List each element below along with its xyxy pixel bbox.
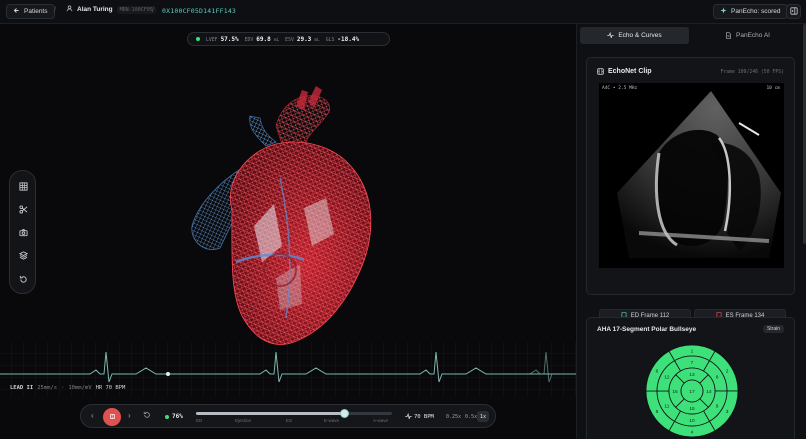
record-button[interactable]: [103, 408, 121, 426]
loop-icon: [143, 411, 150, 418]
echo-depth-label: 10 cm: [766, 86, 780, 91]
breadcrumb-separator: /: [54, 7, 56, 14]
grid-icon[interactable]: [17, 180, 30, 193]
bullseye-card: AHA 17-Segment Polar Bullseye Strain 123…: [586, 317, 795, 439]
user-icon: [66, 5, 73, 14]
aha-17-segment-bullseye[interactable]: 123456789101112 13141516 17: [646, 345, 738, 437]
patient-breadcrumb[interactable]: Alan Turing MRN-100CF05: [66, 5, 156, 14]
activity-icon: [607, 32, 614, 39]
bullseye-segment-label: 14: [706, 389, 712, 395]
bullseye-segment-label: 7: [691, 360, 694, 366]
bullseye-segment-label: 12: [664, 374, 670, 380]
pulse-icon: [405, 413, 412, 420]
bullseye-segment-label: 13: [689, 372, 695, 378]
bullseye-segment-label: 4: [691, 429, 694, 435]
right-panel: Echo & Curves PanEcho AI EchoNet Clip Fr…: [576, 24, 806, 439]
bullseye-title: AHA 17-Segment Polar Bullseye: [597, 326, 697, 333]
status-dot: [165, 414, 169, 419]
loop-button[interactable]: [143, 411, 151, 421]
phase-label: Ejection: [235, 418, 252, 423]
phase-slider-fill: [196, 412, 345, 415]
study-id: 0X100CF05D141FF143: [162, 7, 237, 15]
cycle-progress-readout: 76%: [165, 413, 183, 420]
camera-icon[interactable]: [17, 226, 30, 239]
bullseye-segment-label: 16: [672, 389, 678, 395]
playback-controls: ‹ › 76% ED Ejection ES E-wave A-wave 70 …: [80, 404, 496, 428]
reset-icon[interactable]: [17, 273, 30, 286]
next-frame-button[interactable]: ›: [128, 411, 131, 420]
patient-name: Alan Turing: [77, 6, 113, 13]
back-to-patients-button[interactable]: Patients: [6, 4, 55, 19]
bullseye-segment-label: 1: [691, 348, 694, 354]
metric-esv: ESV 29.3 mL: [285, 35, 320, 43]
bullseye-segment-label: 11: [664, 403, 669, 409]
document-icon: [726, 32, 731, 39]
echo-view-label: A4C • 2.5 MHz: [602, 86, 638, 91]
heart-3d-viewer[interactable]: LVEF 57.5% EDV 69.8 mL ESV 29.3 mL GLS -18.4%: [0, 24, 576, 439]
strain-badge: Strain: [762, 325, 784, 333]
bullseye-segment-label: 10: [689, 418, 695, 424]
bpm-readout: 70 BPM: [405, 413, 434, 420]
bullseye-segment-label: 17: [689, 389, 695, 395]
bullseye-segment-label: 3: [726, 409, 729, 415]
echo-ultrasound-image[interactable]: A4C • 2.5 MHz 10 cm: [599, 83, 784, 268]
patient-mrn: MRN-100CF05: [116, 5, 156, 14]
breadcrumb-separator: /: [152, 7, 154, 14]
phase-slider-thumb[interactable]: [340, 409, 350, 418]
tool-rail: [9, 170, 36, 294]
metric-gls: GLS -18.4%: [325, 35, 360, 43]
panel-tabs: Echo & Curves PanEcho AI: [580, 27, 802, 44]
ecg-cursor: [166, 372, 170, 376]
metrics-bar: LVEF 57.5% EDV 69.8 mL ESV 29.3 mL GLS -18.4%: [187, 32, 390, 46]
cardiac-phase-slider[interactable]: [196, 409, 392, 418]
top-bar: Patients / Alan Turing MRN-100CF05 / 0X1…: [0, 0, 806, 24]
scored-label: PanEcho: scored: [731, 8, 781, 15]
phase-label: ES: [286, 418, 293, 423]
heart-wireframe-model[interactable]: [176, 86, 386, 348]
live-indicator-dot: [196, 37, 200, 41]
record-icon: [109, 413, 116, 422]
tab-echo-curves[interactable]: Echo & Curves: [580, 27, 689, 44]
speed-0-25x-button[interactable]: 0.25x: [443, 411, 464, 422]
phase-label: A-wave: [373, 418, 389, 423]
ultrasound-frame: [617, 91, 781, 258]
arrow-left-icon: [13, 7, 20, 16]
back-label: Patients: [24, 8, 48, 15]
sparkle-icon: [720, 7, 727, 16]
echo-card-title: EchoNet Clip: [608, 68, 652, 75]
phase-label: E-wave: [324, 418, 340, 423]
metric-lvef: LVEF 57.5%: [206, 35, 239, 43]
bullseye-segment-label: 6: [656, 369, 659, 375]
metric-edv: EDV 69.8 mL: [244, 35, 280, 43]
panel-toggle-button[interactable]: [786, 4, 801, 19]
layers-icon[interactable]: [17, 249, 30, 262]
previous-frame-button[interactable]: ‹: [91, 411, 94, 420]
phase-label: ED: [196, 418, 203, 423]
sidebar-panel-icon: [789, 6, 798, 17]
bullseye-segment-label: 15: [689, 406, 695, 412]
speed-1x-button[interactable]: 1x: [477, 411, 490, 422]
frame-info: Frame 109/246 (50 FPS): [720, 70, 784, 75]
panecho-status-badge: PanEcho: scored: [713, 4, 788, 19]
echo-card-header: EchoNet Clip: [597, 68, 652, 75]
bullseye-segment-label: 2: [726, 369, 729, 375]
tab-panecho-ai[interactable]: PanEcho AI: [693, 27, 802, 44]
ecg-lead-label: LEAD II 25mm/s · 10mm/mV HR 70 BPM: [10, 385, 126, 391]
echonet-clip-card: EchoNet Clip Frame 109/246 (50 FPS) A4C …: [586, 57, 795, 322]
scissors-icon[interactable]: [17, 203, 30, 216]
bullseye-segment-label: 8: [716, 374, 719, 380]
film-icon: [597, 68, 604, 75]
phase-labels: ED Ejection ES E-wave A-wave: [196, 418, 392, 426]
bullseye-segment-label: 5: [656, 409, 659, 415]
bullseye-segment-label: 9: [716, 403, 719, 409]
